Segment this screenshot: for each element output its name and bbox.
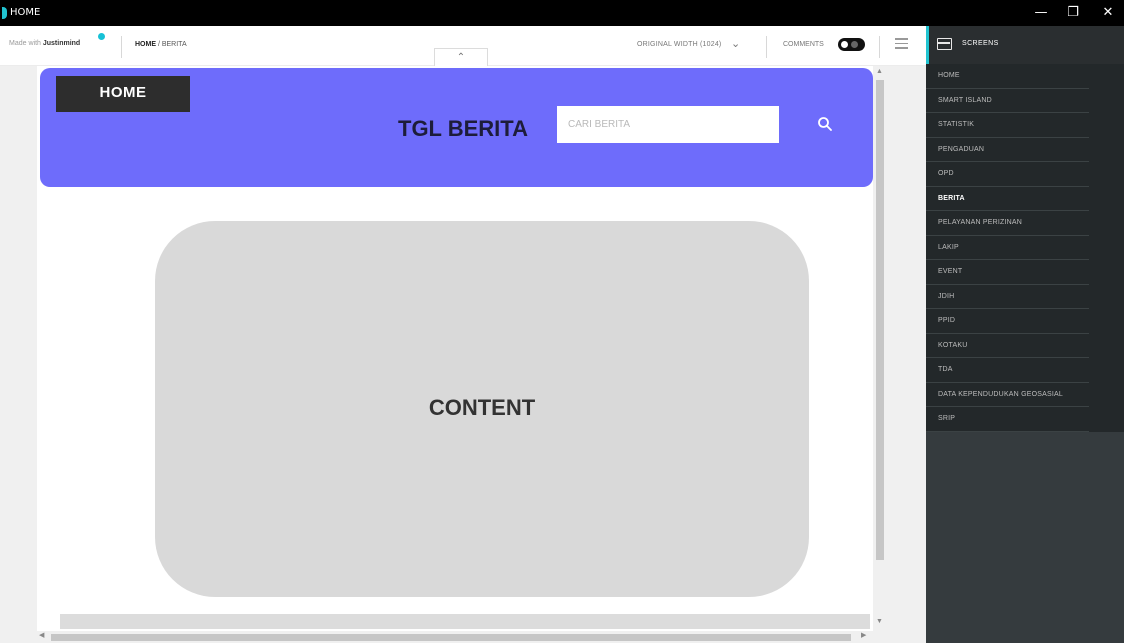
search-icon[interactable] <box>817 116 833 132</box>
scroll-left-icon[interactable]: ◀ <box>39 631 44 639</box>
sidebar-item-jdih[interactable]: JDIH <box>926 285 1089 309</box>
made-with-brand: Justinmind <box>42 40 81 47</box>
menu-icon[interactable] <box>895 38 908 50</box>
sidebar-item-lakip[interactable]: LAKIP <box>926 236 1089 260</box>
minimize-button[interactable]: — <box>1030 3 1052 23</box>
sidebar-item-event[interactable]: EVENT <box>926 260 1089 285</box>
screens-list: HOME SMART ISLAND STATISTIK PENGADUAN OPD BER… <box>926 64 1124 432</box>
sidebar-item-data-kependudukan-geosasial[interactable]: DATA KEPENDUDUKAN GEOSASIAL <box>926 383 1089 407</box>
toolbar-divider <box>766 36 767 58</box>
scrollbar-thumb[interactable] <box>876 80 884 560</box>
breadcrumb-current[interactable]: HOME <box>135 41 156 48</box>
scroll-right-icon[interactable]: ▶ <box>861 631 866 639</box>
prototype-page: HOME TGL BERITA CONTENT <box>37 66 875 631</box>
window-titlebar: HOME — ❐ ✕ <box>0 0 1124 26</box>
toolbar-divider <box>879 36 880 58</box>
screens-sidebar: SCREENS HOME SMART ISLAND STATISTIK PENGADU… <box>926 26 1124 643</box>
breadcrumb: HOME / BERITA <box>135 41 187 48</box>
screens-header-label: SCREENS <box>962 40 999 47</box>
toolbar-divider <box>121 36 122 58</box>
content-label: CONTENT <box>428 395 536 420</box>
made-with-prefix: Made with <box>9 40 41 47</box>
horizontal-scrollbar[interactable]: ◀ ▶ <box>37 631 873 643</box>
page-footer-bar <box>60 614 870 629</box>
toggle-knob-secondary <box>851 41 858 48</box>
breadcrumb-page: BERITA <box>161 41 187 48</box>
close-button[interactable]: ✕ <box>1097 3 1119 23</box>
sidebar-item-srip[interactable]: SRIP <box>926 407 1089 432</box>
comments-toggle[interactable] <box>838 38 865 51</box>
sidebar-item-statistik[interactable]: STATISTIK <box>926 113 1089 138</box>
sidebar-item-home[interactable]: HOME <box>926 64 1089 89</box>
sidebar-item-berita[interactable]: BERITA <box>926 187 1089 211</box>
header-banner: HOME TGL BERITA <box>40 68 873 187</box>
sidebar-item-kotaku[interactable]: KOTAKU <box>926 334 1089 358</box>
search-input[interactable] <box>557 106 779 143</box>
window-title: HOME <box>10 7 41 18</box>
screens-icon <box>937 38 952 50</box>
sidebar-item-tda[interactable]: TDA <box>926 358 1089 383</box>
sidebar-item-opd[interactable]: OPD <box>926 162 1089 187</box>
sidebar-item-ppid[interactable]: PPID <box>926 309 1089 334</box>
width-select-label[interactable]: ORIGINAL WIDTH (1024) <box>637 41 721 48</box>
scroll-down-icon[interactable]: ▼ <box>876 618 883 625</box>
made-with-badge[interactable]: Made with Justinmind <box>9 40 80 47</box>
sidebar-item-smart-island[interactable]: SMART ISLAND <box>926 89 1089 113</box>
screens-header[interactable]: SCREENS <box>926 26 1124 64</box>
chevron-down-icon[interactable]: ⌄ <box>731 37 740 50</box>
sidebar-item-pengaduan[interactable]: PENGADUAN <box>926 138 1089 162</box>
sidebar-item-pelayanan-perizinan[interactable]: PELAYANAN PERIZINAN <box>926 211 1089 236</box>
content-placeholder: CONTENT <box>155 221 809 597</box>
scroll-up-icon[interactable]: ▲ <box>876 68 883 75</box>
active-accent-bar <box>926 26 929 64</box>
toggle-knob <box>841 41 848 48</box>
app-logo-icon <box>2 7 7 19</box>
scrollbar-thumb[interactable] <box>51 634 851 641</box>
comments-label: COMMENTS <box>783 41 824 48</box>
vertical-scrollbar[interactable]: ▲ ▼ <box>873 66 887 631</box>
prototype-canvas: HOME TGL BERITA CONTENT ▲ ▼ ◀ ▶ <box>0 66 926 643</box>
collapse-toolbar-button[interactable]: ⌃ <box>434 48 488 66</box>
home-button[interactable]: HOME <box>56 76 190 112</box>
page-title: TGL BERITA <box>398 116 528 141</box>
restore-button[interactable]: ❐ <box>1062 3 1084 23</box>
brand-dot-icon <box>98 33 105 40</box>
